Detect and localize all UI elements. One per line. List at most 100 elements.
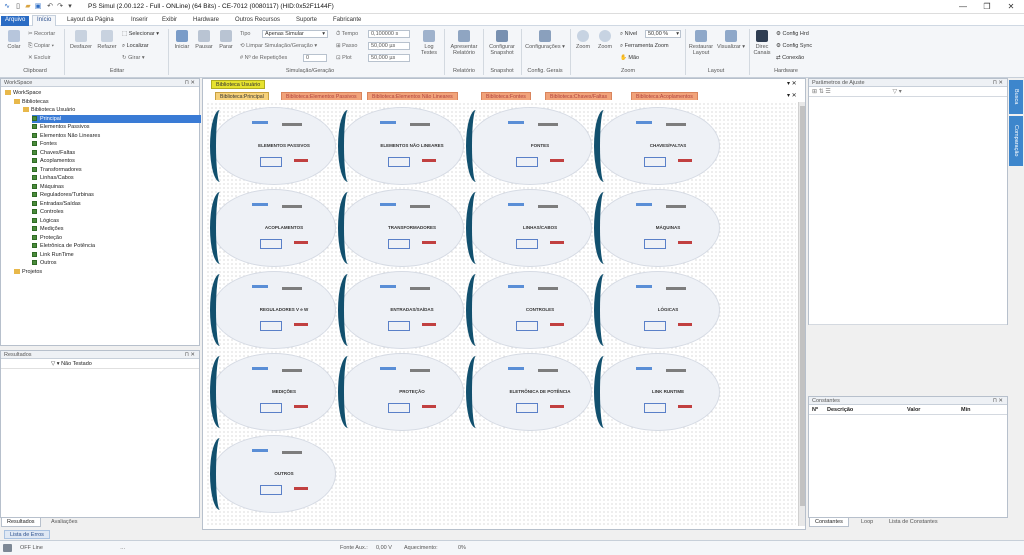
tree-item[interactable]: Reguladores/Turbinas	[32, 191, 94, 199]
restore-button[interactable]: ❐	[976, 0, 998, 14]
tree-item[interactable]: Medições	[32, 225, 64, 233]
tab-inserir[interactable]: Inserir	[127, 16, 152, 26]
tree-item[interactable]: WorkSpace	[5, 89, 41, 97]
col-numero[interactable]: Nº	[812, 405, 818, 415]
tree-item[interactable]: Biblioteca Usuário	[23, 106, 75, 114]
tree-item[interactable]: Projetos	[14, 268, 42, 276]
refazer-button[interactable]: Refazer	[95, 30, 119, 50]
new-file-icon[interactable]: ▯	[14, 3, 22, 11]
library-category-card[interactable]: TRANSFORMADORES	[338, 189, 464, 267]
library-sub-tab[interactable]: Biblioteca:Chaves/Faltas	[545, 92, 613, 100]
copiar-button[interactable]: ⎘ Copiar ▾	[28, 43, 54, 50]
plot-input[interactable]: 50,000 µs	[368, 54, 410, 62]
zoom-in-button[interactable]: Zoom	[574, 30, 592, 50]
canvas-scrollbar[interactable]	[798, 102, 805, 526]
pin-close-icon[interactable]: ⊓ ✕	[993, 397, 1007, 405]
results-filter[interactable]: ▽ ▾ Não Testado	[1, 359, 199, 369]
tab-suporte[interactable]: Suporte	[292, 16, 321, 26]
tree-item[interactable]: Eletrônica de Potência	[32, 242, 95, 250]
tree-item[interactable]: Lógicas	[32, 217, 59, 225]
library-category-card[interactable]: LINK RUNTIME	[594, 353, 720, 431]
library-category-card[interactable]: ELEMENTOS NÃO LINEARES	[338, 107, 464, 185]
desfazer-button[interactable]: Desfazer	[68, 30, 94, 50]
tab-loop[interactable]: Loop	[856, 518, 878, 527]
direc-canais-button[interactable]: Direc Canais	[752, 30, 772, 56]
side-tab-busca[interactable]: Busca	[1009, 80, 1023, 114]
tab-layout-pagina[interactable]: Layout da Página	[63, 16, 118, 26]
quick-access-dropdown-icon[interactable]: ▾	[66, 3, 74, 11]
library-sub-tab[interactable]: Biblioteca:Acoplamentos	[631, 92, 698, 100]
library-category-card[interactable]: ELETRÔNICA DE POTÊNCIA	[466, 353, 592, 431]
tree-item[interactable]: Entradas/Saídas	[32, 200, 81, 208]
conexao-button[interactable]: ⇄ Conexão	[776, 55, 804, 62]
tree-item[interactable]: Máquinas	[32, 183, 64, 191]
library-category-card[interactable]: LINHAS/CABOS	[466, 189, 592, 267]
tree-item[interactable]: Controles	[32, 208, 64, 216]
library-category-card[interactable]: FONTES	[466, 107, 592, 185]
library-canvas[interactable]: ELEMENTOS PASSIVOS ELEMENTOS NÃO LINEARES…	[206, 102, 796, 526]
pin-close-icon[interactable]: ⊓ ✕	[185, 351, 199, 359]
library-category-card[interactable]: ELEMENTOS PASSIVOS	[210, 107, 336, 185]
close-button[interactable]: ✕	[1000, 0, 1022, 14]
library-category-card[interactable]: CONTROLES	[466, 271, 592, 349]
nivel-select[interactable]: 50,00 % ▾	[645, 30, 681, 38]
tab-exibir[interactable]: Exibir	[158, 16, 181, 26]
config-hrd-button[interactable]: ⚙ Config Hrd	[776, 31, 809, 38]
redo-icon[interactable]: ↷	[56, 3, 64, 11]
configuracoes-button[interactable]: Configurações ▾	[524, 30, 566, 50]
config-sync-button[interactable]: ⚙ Config Sync	[776, 43, 812, 50]
library-sub-tab[interactable]: Biblioteca:Elementos Não Lineares	[367, 92, 458, 100]
tab-constantes[interactable]: Constantes	[809, 518, 849, 527]
apresentar-relatorio-button[interactable]: Apresentar Relatório	[448, 30, 480, 56]
tab-outros-recursos[interactable]: Outros Recursos	[231, 16, 284, 26]
tree-item[interactable]: Chaves/Faltas	[32, 149, 75, 157]
restaurar-layout-button[interactable]: Restaurar Layout	[688, 30, 714, 56]
params-toolbar[interactable]: ⊞ ⇅ ☰ ▽ ▾	[809, 87, 1007, 97]
library-category-card[interactable]: MÁQUINAS	[594, 189, 720, 267]
save-icon[interactable]: ▣	[34, 3, 42, 11]
side-tab-comparacao[interactable]: Comparação	[1009, 116, 1023, 166]
configurar-snapshot-button[interactable]: Configurar Snapshot	[486, 30, 518, 56]
localizar-button[interactable]: ⌕ Localizar	[122, 43, 149, 50]
iniciar-button[interactable]: Iniciar	[172, 30, 192, 50]
colar-button[interactable]: Colar	[4, 30, 24, 50]
library-category-card[interactable]: REGULADORES V e W	[210, 271, 336, 349]
library-category-card[interactable]: CHAVES/FALTAS	[594, 107, 720, 185]
library-sub-tab[interactable]: Biblioteca:Fontes	[481, 92, 531, 100]
tree-item[interactable]: Principal	[32, 114, 201, 123]
library-category-card[interactable]: PROTEÇÃO	[338, 353, 464, 431]
sort-alpha-icon[interactable]: ⇅	[819, 89, 824, 95]
tree-item[interactable]: Transformadores	[32, 166, 82, 174]
tipo-select[interactable]: Apenas Simular ▾	[262, 30, 328, 38]
tab-fabricante[interactable]: Fabricante	[329, 16, 365, 26]
zoom-out-button[interactable]: Zoom	[596, 30, 614, 50]
tree-item[interactable]: Linhas/Cabos	[32, 174, 74, 182]
tab-hardware[interactable]: Hardware	[189, 16, 223, 26]
pin-close-icon[interactable]: ⊓ ✕	[185, 79, 199, 87]
excluir-button[interactable]: ✕ Excluir	[28, 55, 51, 62]
pausar-button[interactable]: Pausar	[194, 30, 214, 50]
tab-lista-erros[interactable]: Lista de Erros	[4, 530, 50, 539]
tree-item[interactable]: Proteção	[32, 234, 62, 242]
girar-button[interactable]: ↻ Girar ▾	[122, 55, 145, 62]
tree-item[interactable]: Bibliotecas	[14, 98, 49, 106]
sort-category-icon[interactable]: ⊞	[812, 89, 817, 95]
tab-avaliacoes[interactable]: Avaliações	[46, 518, 83, 527]
tree-item[interactable]: Fontes	[32, 140, 57, 148]
library-category-card[interactable]: ENTRADAS/SAÍDAS	[338, 271, 464, 349]
library-category-card[interactable]: LÓGICAS	[594, 271, 720, 349]
open-folder-icon[interactable]: ▰	[24, 3, 32, 11]
library-category-card[interactable]: OUTROS	[210, 435, 336, 513]
parar-button[interactable]: Parar	[216, 30, 236, 50]
mao-button[interactable]: ✋ Mão	[620, 55, 639, 62]
visualizar-button[interactable]: Visualizar ▾	[716, 30, 746, 50]
log-testes-button[interactable]: Log Testes	[418, 30, 440, 56]
tempo-input[interactable]: 0,100000 s	[368, 30, 410, 38]
col-descricao[interactable]: Descrição	[827, 405, 853, 415]
undo-icon[interactable]: ↶	[46, 3, 54, 11]
tab-inicio[interactable]: Início	[32, 15, 57, 26]
document-menu-icon[interactable]: ▾ ✕	[787, 80, 797, 87]
tree-item[interactable]: Elementos Passivos	[32, 123, 90, 131]
library-category-card[interactable]: MEDIÇÕES	[210, 353, 336, 431]
canvas-scroll-thumb[interactable]	[800, 106, 805, 506]
